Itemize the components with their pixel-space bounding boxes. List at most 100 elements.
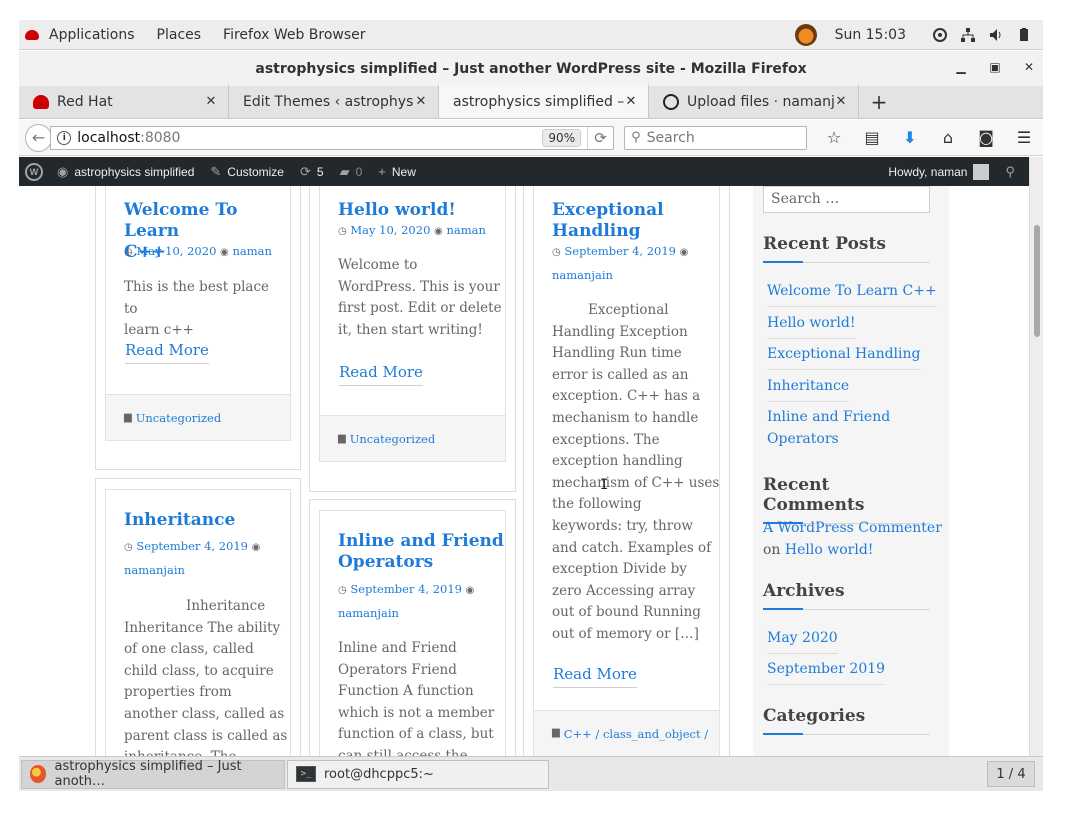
bookmark-star-icon[interactable]: ☆ [815, 128, 853, 147]
post-title-link[interactable]: Exceptional Handling [552, 200, 664, 242]
tab-github-upload[interactable]: Upload files · namanja… ✕ [649, 85, 859, 118]
post-card: Exceptional Handling ◷ September 4, 2019 … [523, 186, 730, 756]
taskbar-item-terminal[interactable]: >_ root@dhcppc5:~ [287, 759, 549, 789]
post-title-link[interactable]: Inheritance [124, 510, 235, 531]
excerpt-line: out of bound Running [552, 604, 701, 621]
url-bar[interactable]: i localhost :8080 90% ⟳ [50, 125, 615, 150]
post-inner: Inline and Friend Operators ◷ September 4… [319, 510, 506, 756]
excerpt-line: exception Divide by [552, 561, 687, 578]
new-content-link[interactable]: + New [370, 157, 424, 186]
post-author-link[interactable]: namanjain [338, 606, 399, 620]
hamburger-menu-icon[interactable]: ☰ [1005, 128, 1043, 147]
info-icon[interactable]: i [57, 130, 72, 145]
close-icon[interactable]: ✕ [834, 94, 848, 109]
close-icon[interactable]: ✕ [1021, 59, 1037, 75]
comments-link[interactable]: ▰ 0 [332, 157, 371, 186]
applications-menu[interactable]: Applications [19, 20, 145, 49]
tab-edit-themes[interactable]: Edit Themes ‹ astrophysic… ✕ [229, 85, 439, 118]
post-title-line: Exceptional [552, 200, 664, 220]
post-date-link[interactable]: September 4, 2019 [136, 539, 248, 553]
sidebar-search-input[interactable]: Search … [763, 186, 930, 213]
excerpt-line: Inheritance [186, 598, 266, 614]
recent-post-link[interactable]: Exceptional Handling [767, 344, 921, 370]
clock[interactable]: Sun 15:03 [835, 27, 906, 43]
home-icon[interactable]: ⌂ [929, 128, 967, 147]
close-icon[interactable]: ✕ [204, 94, 218, 109]
workspace-switcher[interactable]: 1 / 4 [987, 761, 1035, 787]
comments-count: 0 [355, 164, 363, 179]
close-icon[interactable]: ✕ [624, 94, 638, 109]
terminal-icon: >_ [296, 766, 316, 782]
read-more-link[interactable]: Read More [339, 363, 423, 386]
post-date-link[interactable]: May 10, 2020 [350, 223, 430, 237]
post-title-link[interactable]: Inline and Friend Operators [338, 531, 504, 573]
updates-icon: ⟳ [299, 163, 311, 179]
recent-post-link[interactable]: Hello world! [767, 313, 856, 339]
tray-app-icon[interactable] [794, 23, 817, 46]
archive-link[interactable]: September 2019 [767, 659, 886, 685]
post-date-link[interactable]: September 4, 2019 [350, 582, 462, 596]
scrollbar-thumb[interactable] [1034, 225, 1040, 337]
tab-astrophysics[interactable]: astrophysics simplified – … ✕ [439, 85, 649, 118]
tab-label: Upload files · namanja… [687, 93, 834, 110]
search-input[interactable]: ⚲ Search [624, 125, 807, 150]
clock-icon: ◷ [338, 585, 347, 596]
wordpress-icon[interactable]: W [25, 162, 43, 181]
post-author-link[interactable]: naman [232, 244, 271, 258]
post-author-link[interactable]: naman [446, 223, 485, 237]
archive-link[interactable]: May 2020 [767, 628, 838, 654]
excerpt-line: Welcome to [338, 257, 418, 273]
recent-post-line: Operators [767, 430, 839, 447]
post-title-link[interactable]: Hello world! [338, 200, 456, 221]
github-icon [663, 93, 679, 110]
active-app-menu[interactable]: Firefox Web Browser [211, 20, 376, 49]
maximize-icon[interactable]: ▣ [987, 59, 1003, 75]
read-more-link[interactable]: Read More [125, 341, 209, 364]
post-date-link[interactable]: May 10, 2020 [136, 244, 216, 258]
read-more-link[interactable]: Read More [553, 665, 637, 688]
tab-redhat[interactable]: Red Hat ✕ [19, 85, 229, 118]
new-tab-button[interactable]: + [859, 85, 899, 118]
pocket-icon[interactable]: ◙ [967, 128, 1005, 147]
page-scrollbar[interactable] [1029, 157, 1043, 756]
accessibility-icon[interactable] [933, 27, 947, 42]
customize-link[interactable]: ✎ Customize [202, 157, 292, 186]
recent-post-link[interactable]: Welcome To Learn C++ [767, 281, 937, 307]
back-button[interactable]: ← [25, 123, 53, 152]
redhat-icon [25, 29, 39, 40]
category-link[interactable]: C++ / class_and_object / [564, 727, 708, 741]
search-icon: ⚲ [1005, 163, 1015, 179]
close-icon[interactable]: ✕ [414, 94, 428, 109]
post-author-link[interactable]: namanjain [124, 563, 185, 577]
user-icon: ◉ [465, 585, 475, 596]
network-icon[interactable] [961, 27, 975, 42]
comment-post-link[interactable]: Hello world! [785, 542, 874, 558]
excerpt-line: inheritance. The [124, 747, 294, 756]
post-author-link[interactable]: namanjain [552, 268, 613, 282]
recent-post-link[interactable]: Inline and Friend Operators [767, 407, 890, 450]
excerpt-line: parent class is called as [124, 727, 288, 744]
zoom-indicator[interactable]: 90% [542, 128, 582, 147]
category-link[interactable]: Uncategorized [136, 411, 222, 425]
reading-list-icon[interactable]: ▤ [853, 128, 891, 147]
account-menu[interactable]: Howdy, naman [880, 157, 997, 186]
category-link[interactable]: Uncategorized [350, 432, 436, 446]
recent-post-link[interactable]: Inheritance [767, 376, 850, 402]
comment-author-link[interactable]: A WordPress Commenter [763, 520, 942, 536]
excerpt-line: which is not a member [338, 704, 495, 721]
post-date-link[interactable]: September 4, 2019 [564, 244, 676, 258]
battery-icon[interactable] [1017, 27, 1031, 42]
places-menu[interactable]: Places [145, 20, 212, 49]
updates-link[interactable]: ⟳ 5 [292, 157, 332, 186]
reload-icon[interactable]: ⟳ [587, 126, 613, 149]
excerpt-line: WordPress. This is your [338, 278, 500, 295]
admin-search-button[interactable]: ⚲ [997, 157, 1029, 186]
download-icon[interactable]: ⬇ [891, 128, 929, 147]
site-name-link[interactable]: ◉ astrophysics simplified [49, 157, 202, 186]
taskbar-item-firefox[interactable]: astrophysics simplified – Just anoth… [21, 759, 285, 789]
volume-icon[interactable] [989, 28, 1003, 42]
minimize-icon[interactable]: ▁ [953, 59, 969, 75]
excerpt-line: it, then start writing! [338, 321, 483, 338]
clock-icon: ◷ [124, 542, 133, 553]
howdy-label: Howdy, naman [888, 164, 968, 179]
